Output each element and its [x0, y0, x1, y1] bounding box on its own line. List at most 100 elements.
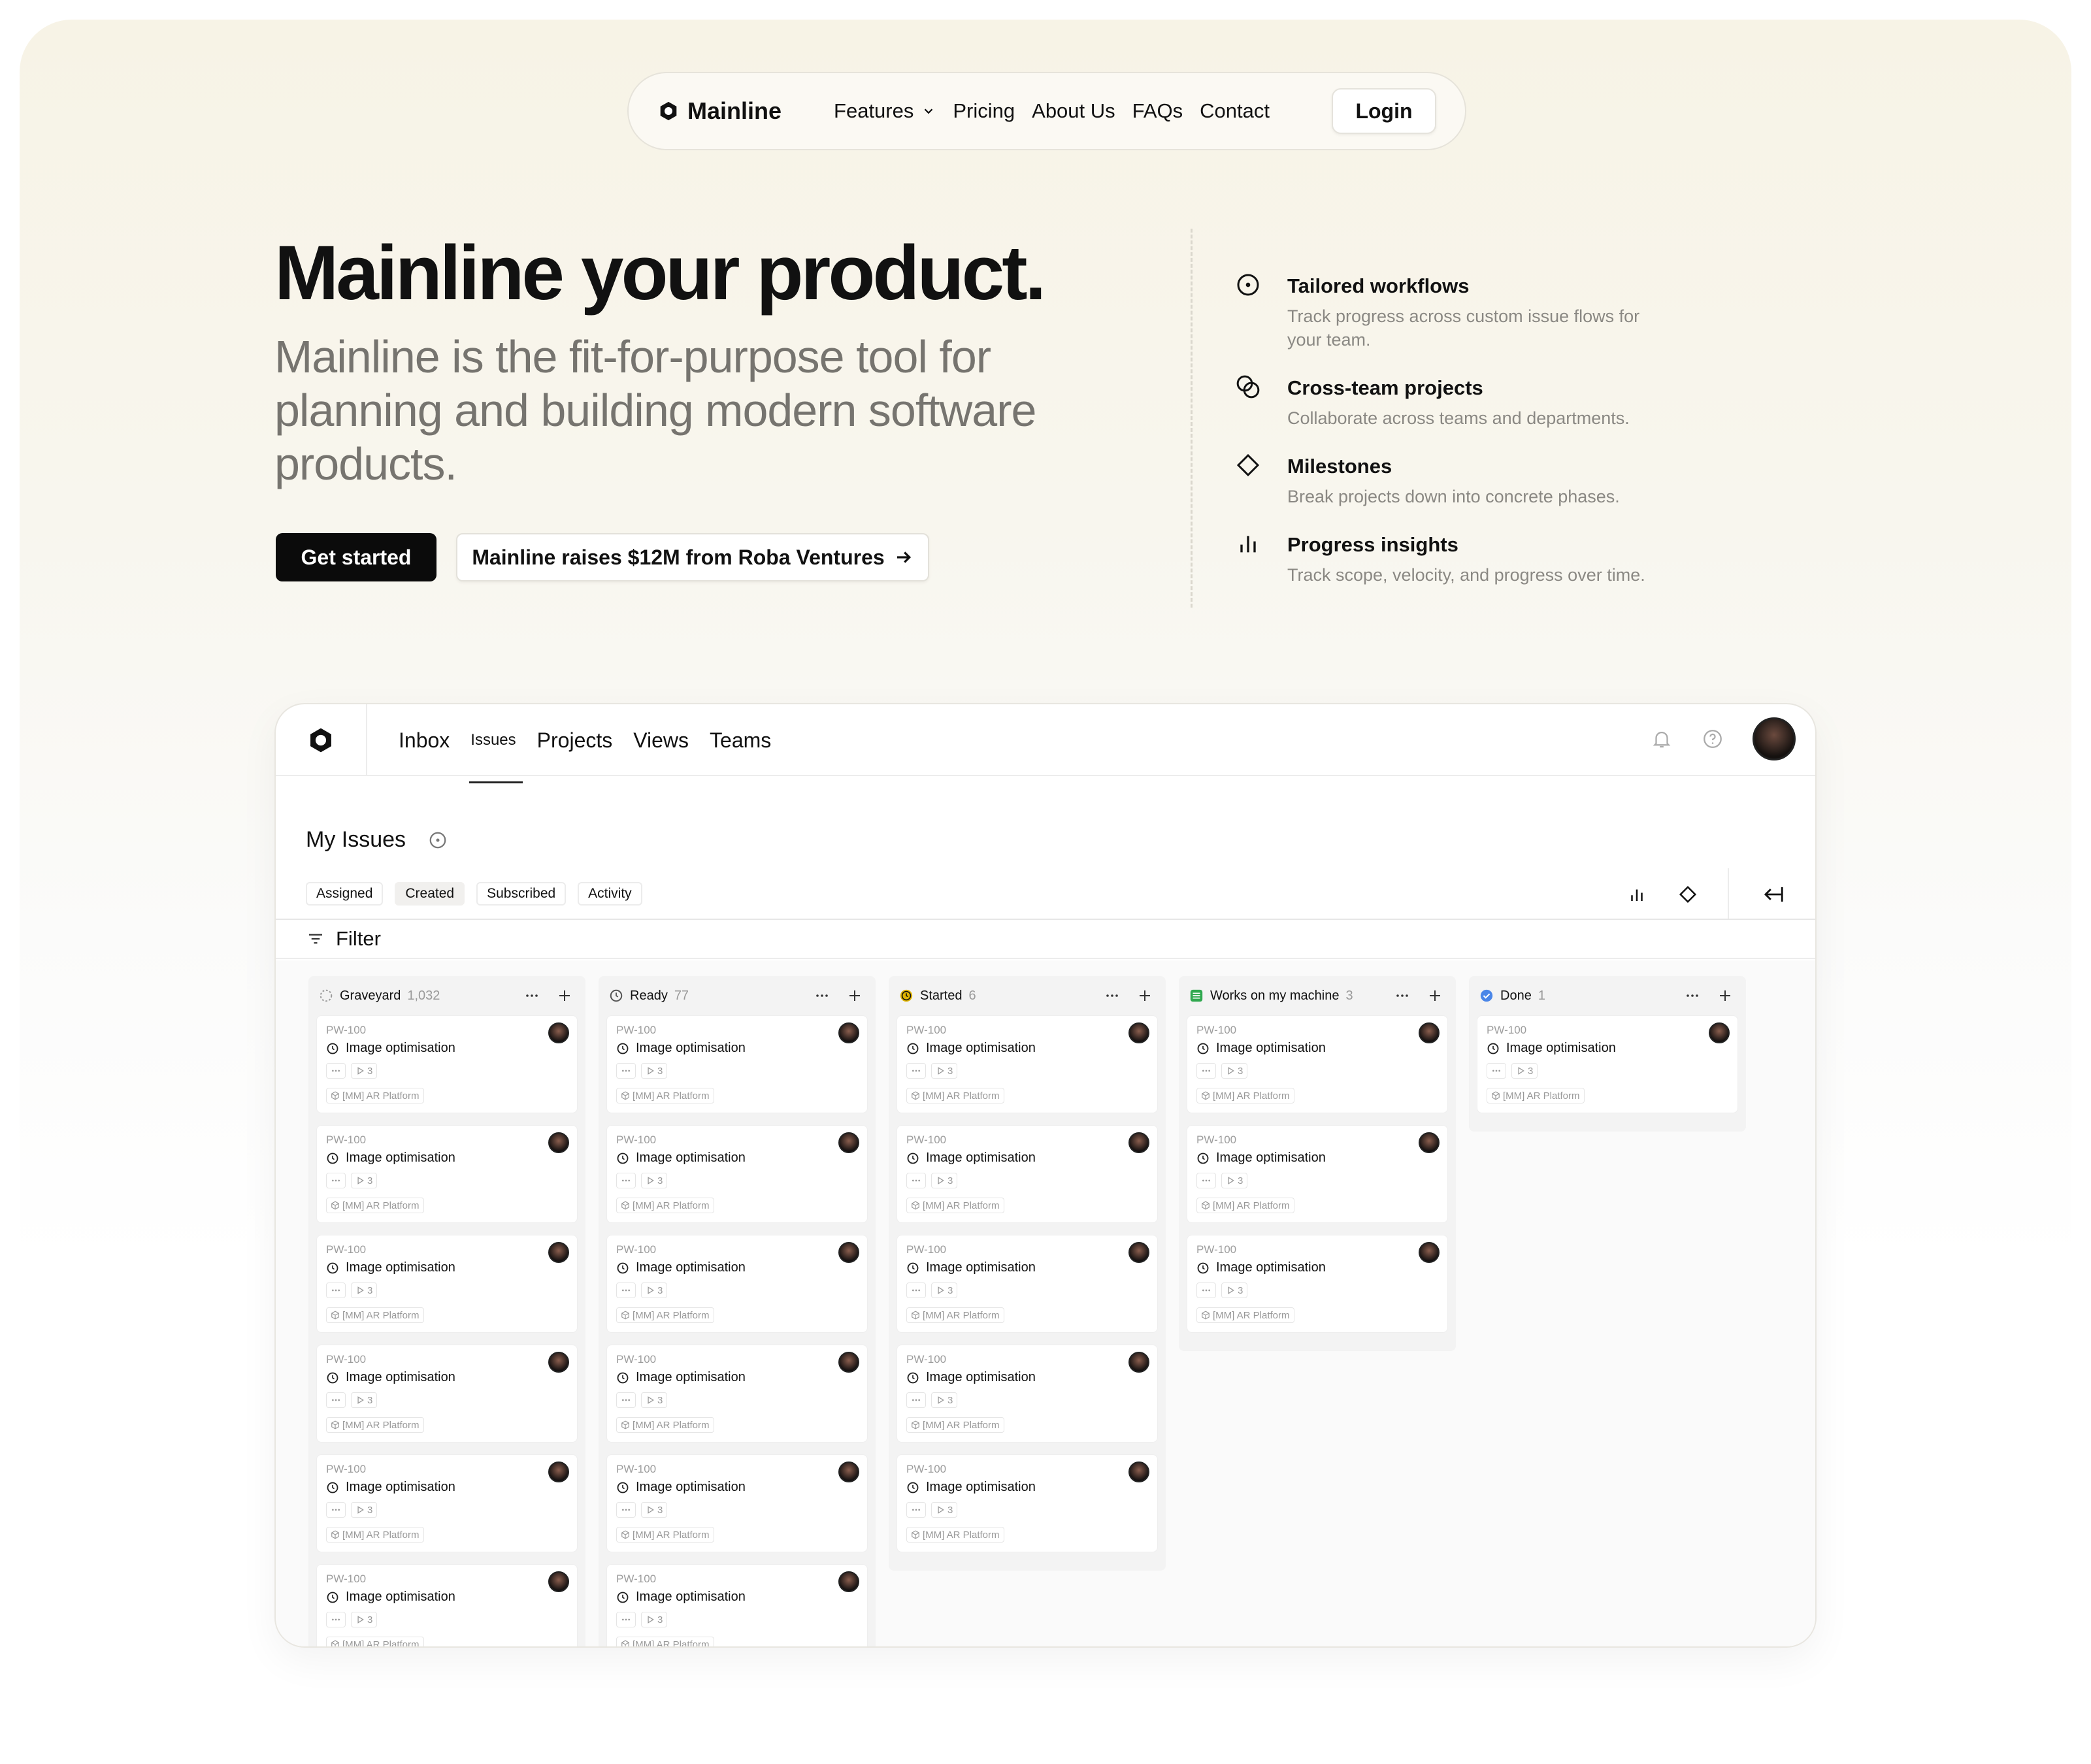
- avatar[interactable]: [838, 1132, 859, 1153]
- avatar[interactable]: [838, 1571, 859, 1592]
- priority-pill[interactable]: [616, 1173, 636, 1188]
- project-pill[interactable]: [MM] AR Platform: [616, 1637, 714, 1646]
- priority-pill[interactable]: [616, 1612, 636, 1627]
- tab-views[interactable]: Views: [633, 728, 689, 753]
- project-pill[interactable]: [MM] AR Platform: [906, 1527, 1004, 1543]
- issue-card[interactable]: PW-100 Image optimisation 3 [MM] AR Plat…: [606, 1125, 868, 1223]
- subissues-pill[interactable]: 3: [351, 1612, 378, 1627]
- subissues-pill[interactable]: 3: [641, 1392, 668, 1408]
- issue-card[interactable]: PW-100 Image optimisation 3 [MM] AR Plat…: [606, 1564, 868, 1646]
- avatar[interactable]: [838, 1242, 859, 1263]
- issue-card[interactable]: PW-100 Image optimisation 3 [MM] AR Plat…: [1477, 1015, 1738, 1113]
- subissues-pill[interactable]: 3: [351, 1173, 378, 1188]
- project-pill[interactable]: [MM] AR Platform: [616, 1198, 714, 1213]
- bar-chart-icon[interactable]: [1627, 885, 1647, 904]
- priority-pill[interactable]: [906, 1502, 926, 1518]
- more-icon[interactable]: [524, 988, 540, 1004]
- issue-card[interactable]: PW-100 Image optimisation 3 [MM] AR Plat…: [316, 1015, 578, 1113]
- project-pill[interactable]: [MM] AR Platform: [1487, 1088, 1585, 1103]
- avatar[interactable]: [1128, 1462, 1149, 1482]
- subissues-pill[interactable]: 3: [931, 1392, 958, 1408]
- issue-card[interactable]: PW-100 Image optimisation 3 [MM] AR Plat…: [897, 1125, 1158, 1223]
- avatar[interactable]: [1419, 1242, 1440, 1263]
- priority-pill[interactable]: [906, 1173, 926, 1188]
- issue-card[interactable]: PW-100 Image optimisation 3 [MM] AR Plat…: [1187, 1015, 1448, 1113]
- column-header[interactable]: Started 6: [897, 976, 1158, 1015]
- column-header[interactable]: Graveyard 1,032: [316, 976, 578, 1015]
- project-pill[interactable]: [MM] AR Platform: [326, 1417, 424, 1433]
- column-header[interactable]: Works on my machine 3: [1187, 976, 1448, 1015]
- issue-card[interactable]: PW-100 Image optimisation 3 [MM] AR Plat…: [316, 1454, 578, 1552]
- issue-card[interactable]: PW-100 Image optimisation 3 [MM] AR Plat…: [316, 1125, 578, 1223]
- avatar[interactable]: [1128, 1352, 1149, 1373]
- tab-inbox[interactable]: Inbox: [399, 728, 450, 753]
- project-pill[interactable]: [MM] AR Platform: [906, 1417, 1004, 1433]
- subissues-pill[interactable]: 3: [351, 1392, 378, 1408]
- avatar[interactable]: [1709, 1022, 1730, 1043]
- subissues-pill[interactable]: 3: [1511, 1063, 1538, 1079]
- project-pill[interactable]: [MM] AR Platform: [616, 1088, 714, 1103]
- priority-pill[interactable]: [1196, 1173, 1216, 1188]
- project-pill[interactable]: [MM] AR Platform: [906, 1307, 1004, 1323]
- plus-icon[interactable]: [847, 988, 863, 1004]
- priority-pill[interactable]: [326, 1282, 346, 1298]
- priority-pill[interactable]: [1487, 1063, 1506, 1079]
- issue-card[interactable]: PW-100 Image optimisation 3 [MM] AR Plat…: [606, 1015, 868, 1113]
- avatar[interactable]: [548, 1132, 569, 1153]
- nav-contact[interactable]: Contact: [1200, 99, 1270, 123]
- issue-card[interactable]: PW-100 Image optimisation 3 [MM] AR Plat…: [316, 1235, 578, 1333]
- subissues-pill[interactable]: 3: [931, 1063, 958, 1079]
- project-pill[interactable]: [MM] AR Platform: [326, 1088, 424, 1103]
- subissues-pill[interactable]: 3: [1221, 1173, 1248, 1188]
- avatar[interactable]: [1128, 1022, 1149, 1043]
- filter-bar[interactable]: Filter: [276, 919, 1815, 959]
- nav-pricing[interactable]: Pricing: [953, 99, 1015, 123]
- more-icon[interactable]: [1104, 988, 1120, 1004]
- login-button[interactable]: Login: [1332, 88, 1436, 134]
- issue-card[interactable]: PW-100 Image optimisation 3 [MM] AR Plat…: [1187, 1235, 1448, 1333]
- project-pill[interactable]: [MM] AR Platform: [1196, 1088, 1294, 1103]
- issue-card[interactable]: PW-100 Image optimisation 3 [MM] AR Plat…: [316, 1564, 578, 1646]
- priority-pill[interactable]: [326, 1063, 346, 1079]
- diamond-icon[interactable]: [1678, 885, 1698, 904]
- avatar[interactable]: [548, 1352, 569, 1373]
- priority-pill[interactable]: [1196, 1063, 1216, 1079]
- subissues-pill[interactable]: 3: [351, 1282, 378, 1298]
- project-pill[interactable]: [MM] AR Platform: [906, 1088, 1004, 1103]
- priority-pill[interactable]: [616, 1063, 636, 1079]
- news-button[interactable]: Mainline raises $12M from Roba Ventures: [456, 533, 929, 581]
- issue-card[interactable]: PW-100 Image optimisation 3 [MM] AR Plat…: [606, 1345, 868, 1443]
- issue-card[interactable]: PW-100 Image optimisation 3 [MM] AR Plat…: [606, 1454, 868, 1552]
- subissues-pill[interactable]: 3: [641, 1063, 668, 1079]
- plus-icon[interactable]: [557, 988, 572, 1004]
- subissues-pill[interactable]: 3: [931, 1282, 958, 1298]
- avatar[interactable]: [548, 1242, 569, 1263]
- subissues-pill[interactable]: 3: [931, 1173, 958, 1188]
- priority-pill[interactable]: [616, 1282, 636, 1298]
- project-pill[interactable]: [MM] AR Platform: [616, 1527, 714, 1543]
- subissues-pill[interactable]: 3: [641, 1173, 668, 1188]
- subissues-pill[interactable]: 3: [641, 1612, 668, 1627]
- avatar[interactable]: [548, 1571, 569, 1592]
- column-header[interactable]: Ready 77: [606, 976, 868, 1015]
- subissues-pill[interactable]: 3: [351, 1502, 378, 1518]
- circle-dot-icon[interactable]: [428, 830, 448, 850]
- project-pill[interactable]: [MM] AR Platform: [906, 1198, 1004, 1213]
- avatar[interactable]: [1419, 1132, 1440, 1153]
- subtab-assigned[interactable]: Assigned: [306, 882, 384, 906]
- more-icon[interactable]: [814, 988, 830, 1004]
- issue-card[interactable]: PW-100 Image optimisation 3 [MM] AR Plat…: [897, 1235, 1158, 1333]
- column-header[interactable]: Done 1: [1477, 976, 1738, 1015]
- issue-card[interactable]: PW-100 Image optimisation 3 [MM] AR Plat…: [316, 1345, 578, 1443]
- avatar[interactable]: [1753, 717, 1796, 760]
- plus-icon[interactable]: [1137, 988, 1153, 1004]
- project-pill[interactable]: [MM] AR Platform: [326, 1637, 424, 1646]
- issue-card[interactable]: PW-100 Image optimisation 3 [MM] AR Plat…: [897, 1454, 1158, 1552]
- issue-card[interactable]: PW-100 Image optimisation 3 [MM] AR Plat…: [897, 1345, 1158, 1443]
- avatar[interactable]: [838, 1462, 859, 1482]
- priority-pill[interactable]: [326, 1392, 346, 1408]
- tab-teams[interactable]: Teams: [710, 728, 771, 753]
- priority-pill[interactable]: [326, 1502, 346, 1518]
- app-logo[interactable]: [276, 704, 367, 776]
- avatar[interactable]: [1419, 1022, 1440, 1043]
